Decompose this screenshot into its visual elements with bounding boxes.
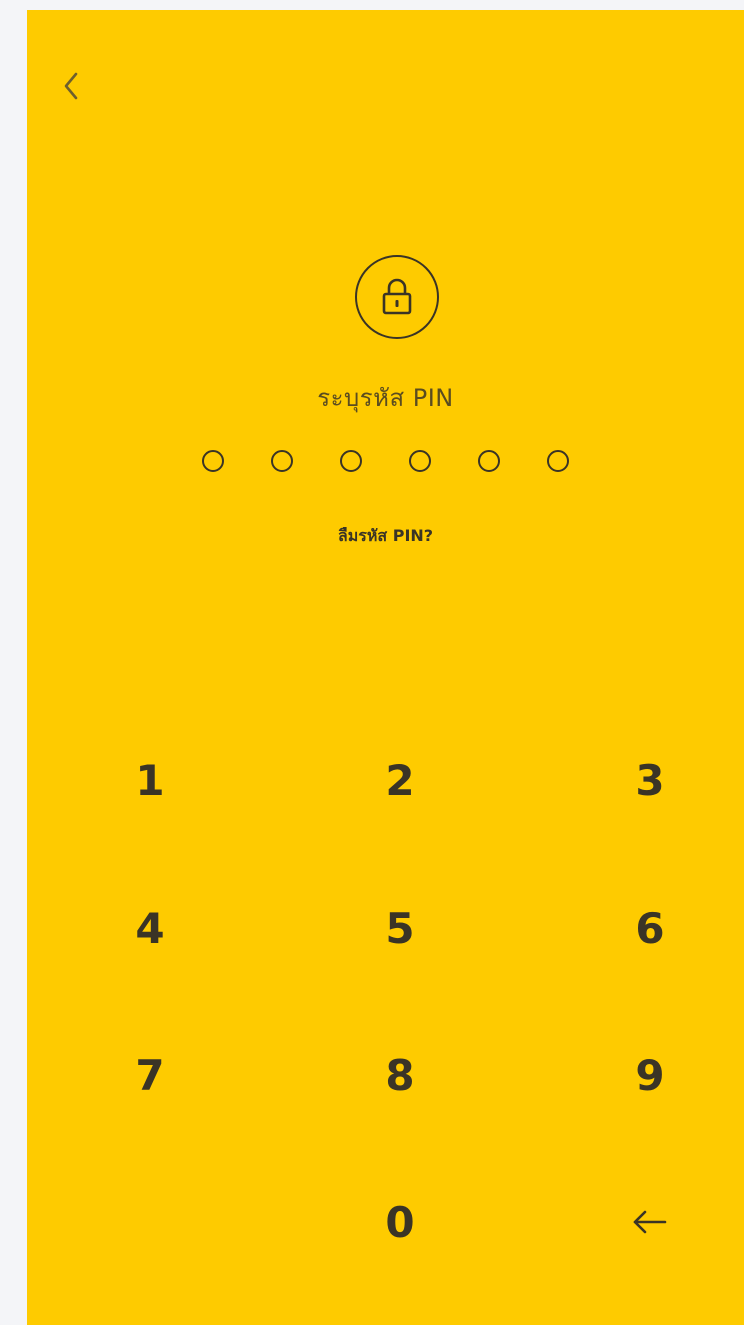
pin-entry-screen: ระบุรหัส PIN ลืมรหัส PIN? 1 2 3 4 5 6 7 …	[27, 10, 744, 1325]
key-0[interactable]: 0	[340, 1172, 460, 1272]
key-6[interactable]: 6	[590, 878, 710, 978]
key-4[interactable]: 4	[90, 878, 210, 978]
backspace-arrow-icon	[633, 1210, 667, 1234]
key-2[interactable]: 2	[340, 730, 460, 830]
key-3[interactable]: 3	[590, 730, 710, 830]
backspace-button[interactable]	[590, 1172, 710, 1272]
numeric-keypad: 1 2 3 4 5 6 7 8 9 0	[27, 10, 744, 1325]
key-1[interactable]: 1	[90, 730, 210, 830]
key-8[interactable]: 8	[340, 1025, 460, 1125]
key-7[interactable]: 7	[90, 1025, 210, 1125]
key-5[interactable]: 5	[340, 878, 460, 978]
key-9[interactable]: 9	[590, 1025, 710, 1125]
